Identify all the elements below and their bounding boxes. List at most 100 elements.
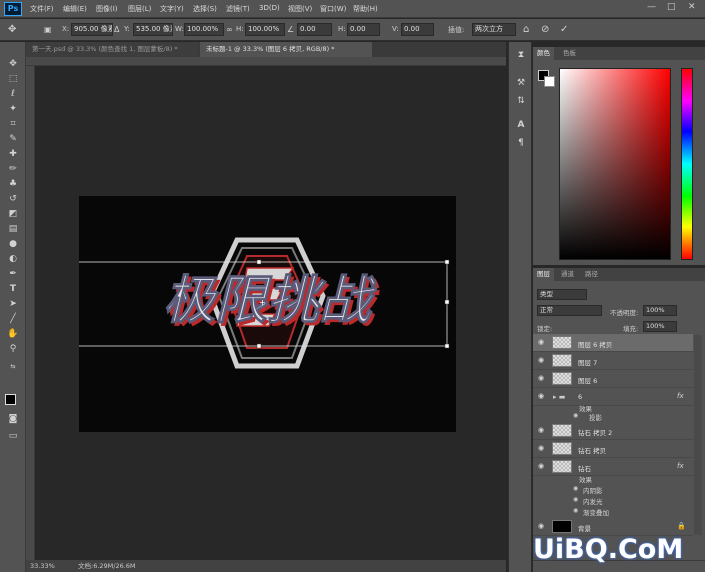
- vskew-field[interactable]: 0.00: [401, 23, 434, 36]
- magic-wand-icon[interactable]: ✦: [6, 103, 20, 116]
- menu-edit[interactable]: 编辑(E): [63, 4, 87, 14]
- fx-icon[interactable]: fx: [677, 392, 684, 400]
- tab-swatches[interactable]: 色板: [559, 47, 580, 60]
- visibility-eye-icon[interactable]: ◉: [538, 338, 544, 346]
- layer-row[interactable]: ◉ 钻石 拷贝: [533, 440, 693, 458]
- clone-stamp-icon[interactable]: ♣: [6, 178, 20, 191]
- color-field[interactable]: [559, 68, 671, 260]
- layer-row[interactable]: ◉ 图层 7: [533, 352, 693, 370]
- w-field[interactable]: 100.00%: [184, 23, 224, 36]
- link-icon[interactable]: ∞: [226, 23, 233, 36]
- lasso-tool-icon[interactable]: ℓ: [6, 88, 20, 101]
- folder-icon[interactable]: ▸ ▬: [553, 393, 565, 401]
- visibility-eye-icon[interactable]: ◉: [538, 462, 544, 470]
- marquee-tool-icon[interactable]: ⬚: [6, 73, 20, 86]
- zoom-level[interactable]: 33.33%: [30, 560, 55, 572]
- maximize-icon[interactable]: □: [667, 2, 676, 12]
- foreground-color-swatch[interactable]: [5, 394, 16, 405]
- menu-layer[interactable]: 图层(L): [128, 4, 151, 14]
- menu-image[interactable]: 图像(I): [96, 4, 118, 14]
- character-panel-icon[interactable]: A: [515, 120, 527, 130]
- eyedropper-icon[interactable]: ✎: [6, 133, 20, 146]
- menu-select[interactable]: 选择(S): [193, 4, 217, 14]
- cancel-transform-icon[interactable]: ⊘: [541, 23, 549, 36]
- warp-icon[interactable]: ⌂: [523, 23, 529, 36]
- visibility-eye-icon[interactable]: ◉: [573, 412, 578, 419]
- tool-presets-icon[interactable]: ⚒: [515, 78, 527, 88]
- eraser-tool-icon[interactable]: ◩: [6, 208, 20, 221]
- visibility-eye-icon[interactable]: ◉: [573, 485, 578, 492]
- default-colors-icon[interactable]: ⇆: [6, 360, 20, 373]
- effect-row[interactable]: ◉ 投影: [533, 411, 693, 422]
- fx-icon[interactable]: fx: [677, 462, 684, 470]
- blur-tool-icon[interactable]: ●: [6, 238, 20, 251]
- panel-background-swatch[interactable]: [544, 76, 555, 87]
- layer-row[interactable]: ◉ 钻石 拷贝 2: [533, 422, 693, 440]
- effect-row[interactable]: ◉ 内发光: [533, 495, 693, 506]
- visibility-eye-icon[interactable]: ◉: [573, 496, 578, 503]
- reference-point-icon[interactable]: ▣: [44, 23, 52, 36]
- screen-mode-icon[interactable]: ▭: [6, 430, 20, 443]
- menu-view[interactable]: 视图(V): [288, 4, 312, 14]
- visibility-eye-icon[interactable]: ◉: [538, 374, 544, 382]
- layer-filter-select[interactable]: 类型: [537, 289, 587, 300]
- visibility-eye-icon[interactable]: ◉: [538, 444, 544, 452]
- brush-tool-icon[interactable]: ✏: [6, 163, 20, 176]
- menu-type[interactable]: 文字(Y): [160, 4, 184, 14]
- x-field[interactable]: 905.00 像素: [71, 23, 113, 36]
- document-canvas[interactable]: 极限挑战 极限挑战 +: [68, 196, 456, 432]
- paragraph-panel-icon[interactable]: ¶: [515, 138, 527, 148]
- healing-brush-icon[interactable]: ✚: [6, 148, 20, 161]
- menu-help[interactable]: 帮助(H): [353, 4, 378, 14]
- hskew-field[interactable]: 0.00: [347, 23, 380, 36]
- h-field[interactable]: 100.00%: [245, 23, 285, 36]
- line-tool-icon[interactable]: ╱: [6, 313, 20, 326]
- menu-filter[interactable]: 滤镜(T): [226, 4, 250, 14]
- fill-field[interactable]: 100%: [643, 321, 677, 332]
- pen-tool-icon[interactable]: ✒: [6, 268, 20, 281]
- quick-mask-icon[interactable]: ◙: [6, 413, 20, 426]
- delta-icon[interactable]: Δ: [114, 23, 119, 36]
- commit-transform-icon[interactable]: ✓: [560, 23, 568, 36]
- visibility-eye-icon[interactable]: ◉: [538, 522, 544, 530]
- angle-field[interactable]: 0.00: [297, 23, 332, 36]
- zoom-tool-icon[interactable]: ⚲: [6, 343, 20, 356]
- adjustments-icon[interactable]: ⇅: [515, 96, 527, 106]
- tab-color[interactable]: 颜色: [533, 47, 554, 60]
- document-tab-2[interactable]: 未标题-1 @ 33.3% (图层 6 拷贝, RGB/8) *: [200, 42, 372, 57]
- path-selection-icon[interactable]: ➤: [6, 298, 20, 311]
- menu-file[interactable]: 文件(F): [30, 4, 54, 14]
- visibility-eye-icon[interactable]: ◉: [538, 426, 544, 434]
- y-field[interactable]: 535.00 像素: [133, 23, 173, 36]
- gradient-tool-icon[interactable]: ▤: [6, 223, 20, 236]
- layers-scrollbar[interactable]: [694, 335, 702, 535]
- tab-channels[interactable]: 通道: [557, 268, 578, 281]
- layer-row[interactable]: ◉ 图层 6 拷贝: [533, 334, 693, 352]
- history-panel-icon[interactable]: ⧗: [515, 50, 527, 60]
- move-tool-icon[interactable]: ✥: [8, 23, 16, 36]
- hand-tool-icon[interactable]: ✋: [6, 328, 20, 341]
- effect-row[interactable]: ◉ 内阴影: [533, 484, 693, 495]
- layer-row[interactable]: ◉ 图层 6: [533, 370, 693, 388]
- visibility-eye-icon[interactable]: ◉: [538, 392, 544, 400]
- minimize-icon[interactable]: —: [647, 2, 656, 12]
- interpolation-select[interactable]: 两次立方: [472, 23, 516, 36]
- dodge-tool-icon[interactable]: ◐: [6, 253, 20, 266]
- artwork-title: 极限挑战: [163, 271, 377, 331]
- move-tool-icon[interactable]: ✥: [6, 58, 20, 71]
- blend-mode-select[interactable]: 正常: [537, 305, 602, 316]
- visibility-eye-icon[interactable]: ◉: [573, 507, 578, 514]
- type-tool-icon[interactable]: T: [6, 283, 20, 296]
- effect-row[interactable]: ◉ 渐变叠加: [533, 506, 693, 517]
- crop-tool-icon[interactable]: ⌗: [6, 118, 20, 131]
- document-tab-1[interactable]: 第一天.psd @ 33.3% (颜色查找 1, 图层蒙板/8) *: [26, 42, 198, 57]
- tab-paths[interactable]: 路径: [581, 268, 602, 281]
- menu-window[interactable]: 窗口(W): [320, 4, 346, 14]
- visibility-eye-icon[interactable]: ◉: [538, 356, 544, 364]
- close-icon[interactable]: ✕: [688, 2, 696, 12]
- opacity-field[interactable]: 100%: [643, 305, 677, 316]
- history-brush-icon[interactable]: ↺: [6, 193, 20, 206]
- tab-layers[interactable]: 图层: [533, 268, 554, 281]
- hue-slider[interactable]: [681, 68, 693, 260]
- menu-3d[interactable]: 3D(D): [259, 4, 280, 12]
